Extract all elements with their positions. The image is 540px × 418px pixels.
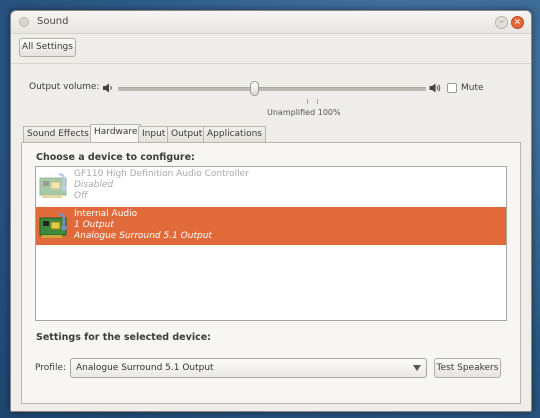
tab-hardware[interactable]: Hardware bbox=[90, 124, 142, 143]
volume-slider-track[interactable] bbox=[118, 87, 426, 91]
test-speakers-button[interactable]: Test Speakers bbox=[434, 358, 501, 378]
profile-label: Profile: bbox=[35, 363, 67, 373]
slider-tick bbox=[307, 99, 308, 104]
title-bar[interactable]: Sound – × bbox=[11, 11, 531, 34]
device-name: GF110 High Definition Audio Controller bbox=[74, 169, 249, 179]
profile-dropdown[interactable]: Analogue Surround 5.1 Output bbox=[70, 358, 427, 378]
sound-card-icon bbox=[39, 213, 67, 238]
sound-settings-window: Sound – × All Settings Output volume: Un… bbox=[10, 10, 532, 412]
all-settings-button[interactable]: All Settings bbox=[19, 38, 76, 57]
device-profile: Analogue Surround 5.1 Output bbox=[74, 231, 212, 241]
device-profile: Off bbox=[74, 191, 88, 201]
tab-output[interactable]: Output bbox=[167, 126, 207, 142]
device-status: 1 Output bbox=[74, 220, 114, 230]
mute-label[interactable]: Mute bbox=[461, 83, 484, 93]
tab-input[interactable]: Input bbox=[138, 126, 170, 142]
speaker-high-icon bbox=[429, 83, 441, 93]
speaker-low-icon bbox=[103, 83, 112, 93]
list-item[interactable]: GF110 High Definition Audio Controller D… bbox=[36, 167, 506, 205]
device-list[interactable]: GF110 High Definition Audio Controller D… bbox=[35, 166, 507, 321]
tab-sound-effects[interactable]: Sound Effects bbox=[23, 126, 93, 142]
output-volume-label: Output volume: bbox=[29, 82, 100, 92]
selected-device-settings-heading: Settings for the selected device: bbox=[36, 332, 211, 343]
minimize-icon[interactable]: – bbox=[495, 16, 508, 29]
list-item[interactable]: Internal Audio 1 Output Analogue Surroun… bbox=[36, 207, 506, 245]
toolbar-divider bbox=[11, 63, 531, 64]
choose-device-heading: Choose a device to configure: bbox=[36, 152, 195, 163]
tab-applications[interactable]: Applications bbox=[203, 126, 266, 142]
dropdown-arrow-icon bbox=[413, 365, 421, 371]
window-menu-icon[interactable] bbox=[19, 17, 29, 27]
profile-selected-value: Analogue Surround 5.1 Output bbox=[76, 363, 214, 373]
volume-slider-handle[interactable] bbox=[250, 81, 259, 96]
mute-checkbox[interactable] bbox=[447, 83, 457, 93]
device-status: Disabled bbox=[74, 180, 114, 190]
slider-tick bbox=[317, 99, 318, 104]
unamplified-label: Unamplified 100% bbox=[267, 108, 341, 117]
device-name: Internal Audio bbox=[74, 209, 138, 219]
sound-card-icon bbox=[39, 173, 67, 198]
close-icon[interactable]: × bbox=[511, 16, 524, 29]
window-title: Sound bbox=[37, 16, 69, 27]
